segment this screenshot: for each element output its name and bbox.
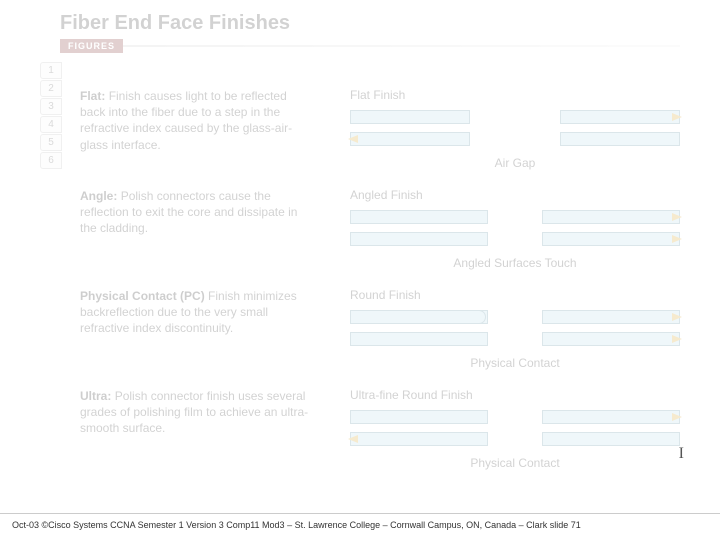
- figure-tab-1[interactable]: 1: [40, 62, 62, 79]
- desc-angle: Angle: Polish connectors cause the refle…: [80, 188, 310, 270]
- row-angle: Angle: Polish connectors cause the refle…: [80, 188, 680, 270]
- body-ultra: Polish connector finish uses several gra…: [80, 389, 308, 435]
- dia-title-flat: Flat Finish: [350, 88, 680, 102]
- page-title: Fiber End Face Finishes: [60, 12, 720, 35]
- caption-angle: Angled Surfaces Touch: [350, 256, 680, 270]
- dia-title-pc: Round Finish: [350, 288, 680, 302]
- body-flat: Finish causes light to be reflected back…: [80, 89, 292, 152]
- term-angle: Angle:: [80, 189, 117, 203]
- content-area: Flat: Finish causes light to be reflecte…: [80, 88, 680, 470]
- text-cursor-icon: I: [679, 445, 684, 463]
- dia-title-angle: Angled Finish: [350, 188, 680, 202]
- term-ultra: Ultra:: [80, 389, 111, 403]
- figure-tabs: 1 2 3 4 5 6: [40, 62, 62, 170]
- desc-pc: Physical Contact (PC) Finish minimizes b…: [80, 288, 310, 370]
- diagram-pc: Round Finish Physical Contact: [350, 288, 680, 370]
- figure-tab-3[interactable]: 3: [40, 98, 62, 115]
- desc-flat: Flat: Finish causes light to be reflecte…: [80, 88, 310, 170]
- row-flat: Flat: Finish causes light to be reflecte…: [80, 88, 680, 170]
- diagram-flat: Flat Finish Air Gap: [350, 88, 680, 170]
- diagram-ultra: Ultra-fine Round Finish Physical Contact: [350, 388, 680, 470]
- figure-tab-6[interactable]: 6: [40, 152, 62, 169]
- caption-flat: Air Gap: [350, 156, 680, 170]
- divider: [123, 45, 680, 47]
- figure-tab-4[interactable]: 4: [40, 116, 62, 133]
- dia-title-ultra: Ultra-fine Round Finish: [350, 388, 680, 402]
- figure-tab-2[interactable]: 2: [40, 80, 62, 97]
- row-pc: Physical Contact (PC) Finish minimizes b…: [80, 288, 680, 370]
- figures-badge: FIGURES: [60, 39, 123, 53]
- caption-ultra: Physical Contact: [350, 456, 680, 470]
- figure-tab-5[interactable]: 5: [40, 134, 62, 151]
- desc-ultra: Ultra: Polish connector finish uses seve…: [80, 388, 310, 470]
- term-flat: Flat:: [80, 89, 105, 103]
- diagram-angle: Angled Finish Angled Surfaces Touch: [350, 188, 680, 270]
- row-ultra: Ultra: Polish connector finish uses seve…: [80, 388, 680, 470]
- caption-pc: Physical Contact: [350, 356, 680, 370]
- term-pc: Physical Contact (PC): [80, 289, 205, 303]
- slide-footer: Oct-03 ©Cisco Systems CCNA Semester 1 Ve…: [0, 513, 720, 530]
